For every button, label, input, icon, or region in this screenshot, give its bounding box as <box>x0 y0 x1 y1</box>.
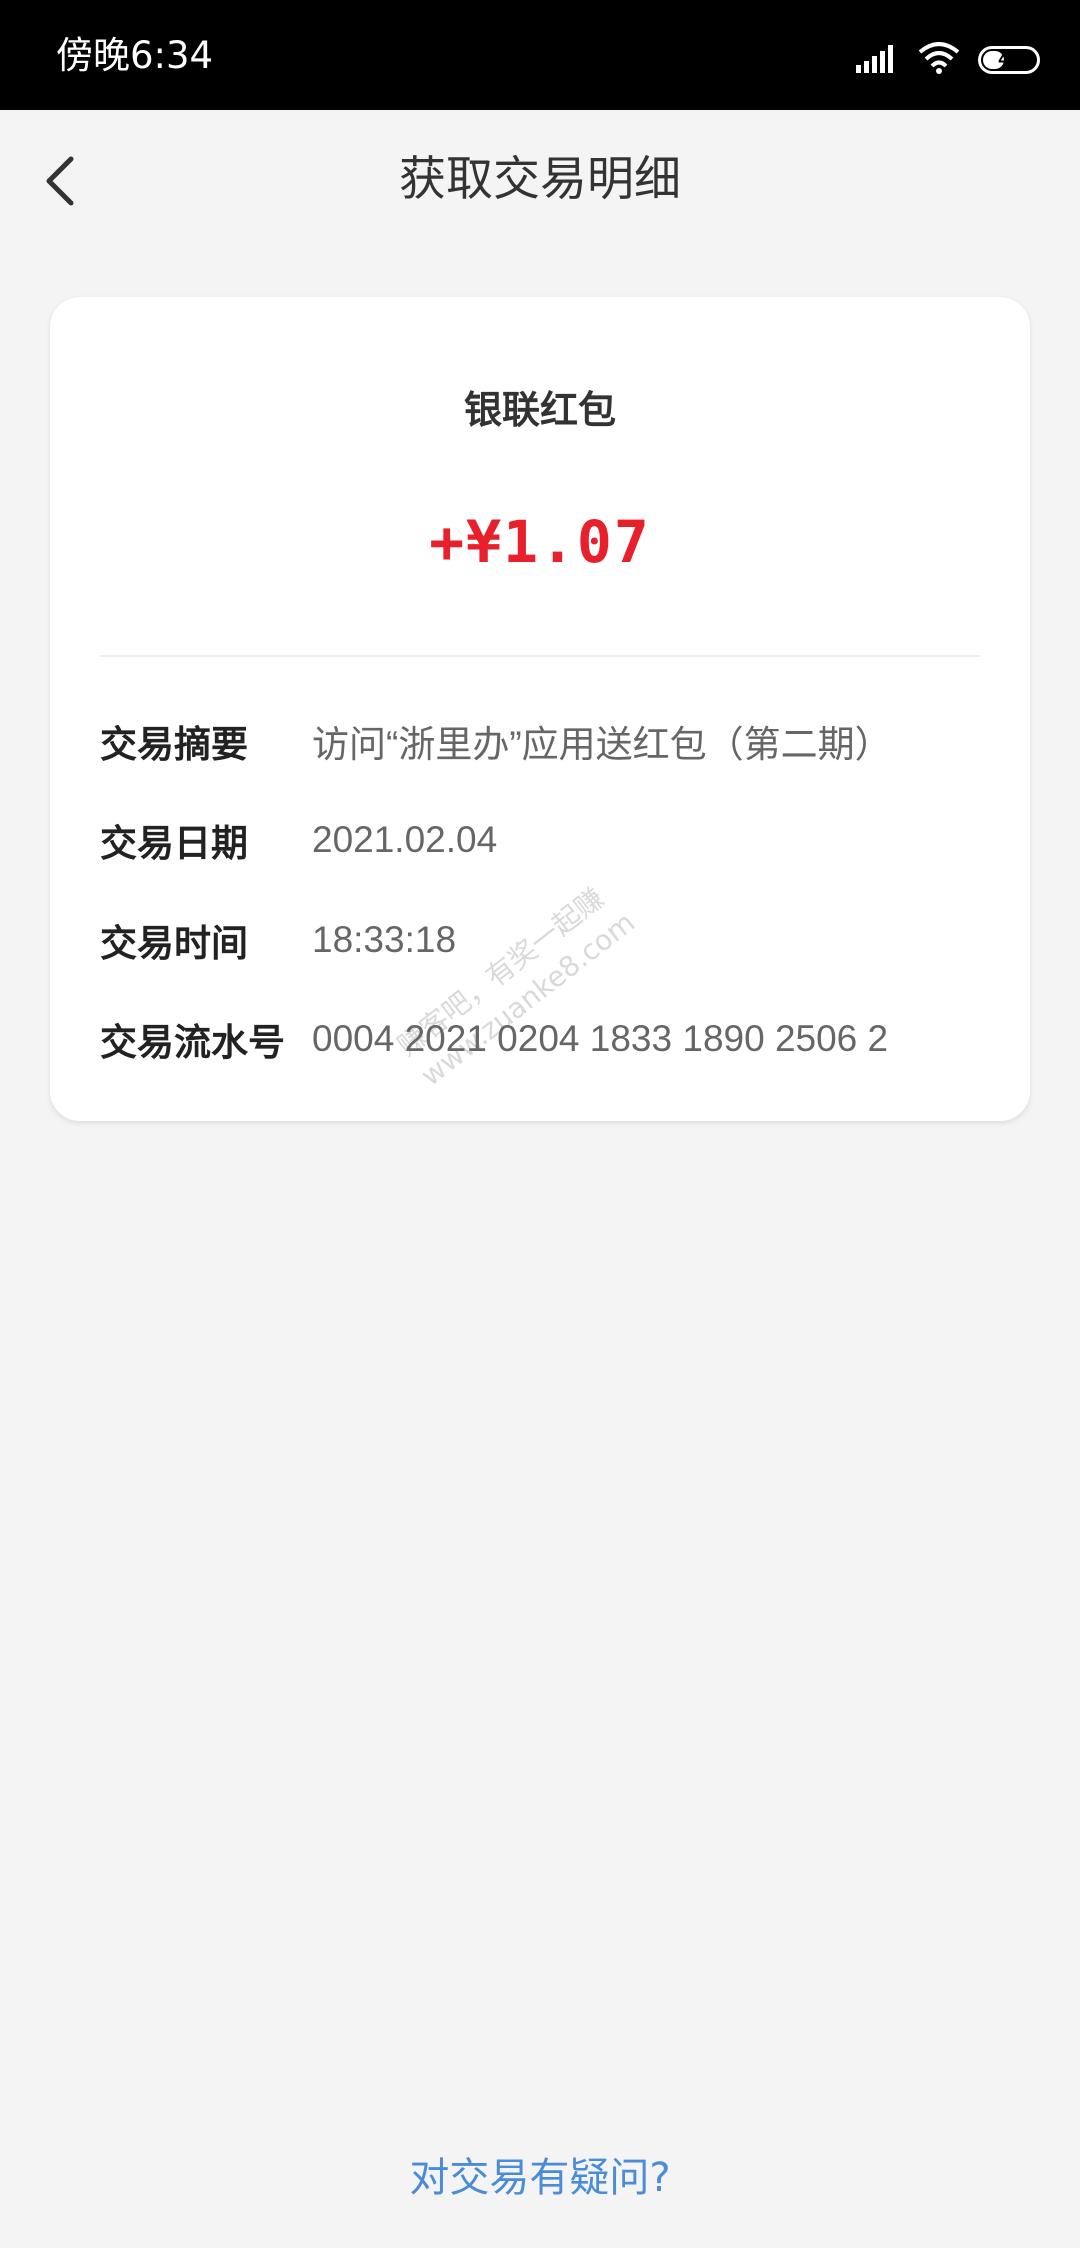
detail-value: 2021.02.04 <box>312 819 498 860</box>
transaction-card: 银联红包 +¥1.07 交易摘要 访问“浙里办”应用送红包（第二期） 交易日期 … <box>50 297 1030 1121</box>
signal-icon <box>856 43 900 77</box>
page-title: 获取交易明细 <box>399 152 681 207</box>
detail-label: 交易时间 <box>100 922 248 965</box>
detail-label: 交易摘要 <box>100 723 248 766</box>
detail-value: 0004 2021 0204 1833 1890 2506 2 <box>312 1018 889 1059</box>
transaction-amount: +¥1.07 <box>429 508 651 576</box>
transaction-title: 银联红包 <box>463 388 616 432</box>
battery-percentage: 41 <box>998 49 1020 70</box>
detail-label: 交易日期 <box>100 822 248 865</box>
help-link[interactable]: 对交易有疑问? <box>0 2150 1080 2206</box>
wifi-icon <box>918 42 960 78</box>
navigation-header: 获取交易明细 <box>0 110 1080 250</box>
detail-value: 访问“浙里办”应用送红包（第二期） <box>312 724 892 765</box>
divider <box>100 655 980 657</box>
status-time: 傍晚6:34 <box>56 34 214 77</box>
status-icons: 41 <box>856 40 1040 80</box>
battery-icon: 41 <box>978 46 1040 74</box>
detail-value: 18:33:18 <box>312 919 457 960</box>
detail-row-date: 交易日期 2021.02.04 <box>100 810 1010 870</box>
detail-row-time: 交易时间 18:33:18 <box>100 910 1010 970</box>
detail-row-serial: 交易流水号 0004 2021 0204 1833 1890 2506 2 <box>100 1009 1010 1069</box>
detail-row-summary: 交易摘要 访问“浙里办”应用送红包（第二期） <box>100 711 1010 771</box>
detail-label: 交易流水号 <box>100 1021 285 1064</box>
transaction-detail-screen: 傍晚6:34 41 获取交易明细 银联红包 +¥1.07 交易摘要 访问“浙里办… <box>0 0 1080 2248</box>
status-bar: 傍晚6:34 41 <box>0 0 1080 110</box>
